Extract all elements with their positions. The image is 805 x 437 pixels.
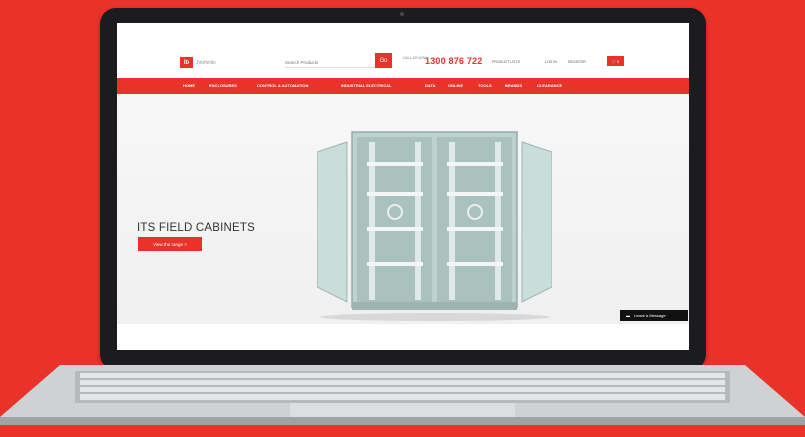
hero-banner: ITS FIELD CABINETS View the range > <box>117 94 689 324</box>
login-link[interactable]: LOG IN <box>545 60 557 64</box>
search-input[interactable] <box>285 57 375 68</box>
nav-enclosures[interactable]: ENCLOSURES <box>209 83 237 88</box>
chat-icon: ▬ <box>626 313 630 318</box>
nav-clearance[interactable]: CLEARANCE <box>537 83 562 88</box>
phone-label: CALL US NOW <box>403 56 427 60</box>
nav-tools[interactable]: TOOLS <box>478 83 492 88</box>
nav-brands[interactable]: BRANDS <box>505 83 522 88</box>
cart-button[interactable]: 🛒 0 <box>607 56 624 66</box>
site-header: lb Jobfields Go CALL US NOW 1300 876 722… <box>117 23 689 78</box>
leave-message-button[interactable]: ▬ Leave a Message <box>620 310 688 321</box>
nav-control-automation[interactable]: CONTROL & AUTOMATION <box>257 83 308 88</box>
nav-data[interactable]: DATA <box>425 83 436 88</box>
field-cabinet-image <box>317 131 552 321</box>
register-link[interactable]: REGISTER <box>568 60 586 64</box>
phone-number[interactable]: 1300 876 722 <box>425 56 482 66</box>
webcam-icon <box>400 12 404 16</box>
nav-home[interactable]: HOME <box>183 83 195 88</box>
site-logo[interactable]: lb Jobfields <box>180 57 216 68</box>
cart-count: 0 <box>616 58 620 64</box>
logo-mark-icon: lb <box>180 57 193 68</box>
main-nav: HOME ENCLOSURES CONTROL & AUTOMATION IND… <box>117 78 689 94</box>
nav-online[interactable]: ONLINE <box>448 83 463 88</box>
nav-industrial-electrical[interactable]: INDUSTRIAL ELECTRICAL <box>341 83 392 88</box>
view-range-button[interactable]: View the range > <box>138 237 202 251</box>
product-lists-link[interactable]: PRODUCT LISTS <box>492 60 520 64</box>
search-button[interactable]: Go <box>375 53 392 68</box>
hero-title: ITS FIELD CABINETS <box>137 222 255 234</box>
chat-label: Leave a Message <box>634 313 666 318</box>
laptop-base <box>0 365 805 425</box>
logo-text: Jobfields <box>196 59 216 66</box>
browser-screen: lb Jobfields Go CALL US NOW 1300 876 722… <box>117 23 689 350</box>
